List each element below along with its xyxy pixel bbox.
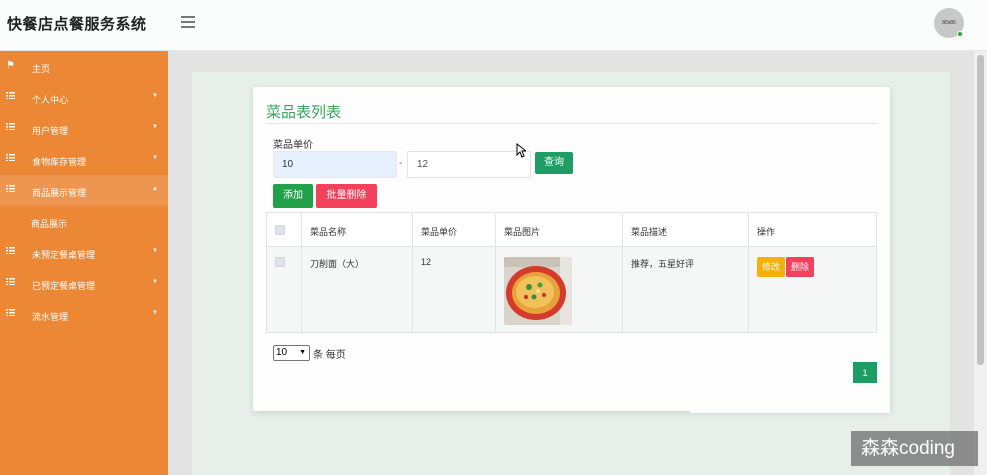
sidebar-item-transactions[interactable]: 流水管理 ▼ bbox=[0, 299, 168, 330]
caret-down-icon: ▼ bbox=[152, 93, 158, 99]
sidebar-subitem-product-display[interactable]: 商品展示 bbox=[0, 206, 168, 237]
list-icon bbox=[6, 247, 15, 257]
caret-down-icon: ▼ bbox=[152, 279, 158, 285]
actions-cell: 修改 删除 bbox=[748, 246, 877, 333]
flag-icon: ⚑ bbox=[6, 60, 15, 71]
dish-image bbox=[504, 257, 572, 325]
list-icon bbox=[6, 278, 15, 288]
select-all-cell bbox=[266, 212, 302, 247]
page-button-current[interactable]: 1 bbox=[853, 362, 877, 384]
mouse-cursor-icon bbox=[516, 143, 526, 158]
caret-down-icon: ▼ bbox=[152, 248, 158, 254]
page-title: 菜品表列表 bbox=[266, 104, 342, 121]
delete-button[interactable]: 删除 bbox=[786, 257, 815, 277]
divider bbox=[266, 123, 877, 124]
edit-button[interactable]: 修改 bbox=[757, 257, 786, 277]
table-row: 刀削面（大） 12 推荐，五星好评 修改 删除 bbox=[266, 246, 877, 333]
page-size-suffix: 条 每页 bbox=[313, 350, 346, 361]
sidebar-item-label: 未预定餐桌管理 bbox=[32, 250, 96, 260]
add-button[interactable]: 添加 bbox=[273, 184, 313, 208]
row-checkbox[interactable] bbox=[275, 257, 285, 267]
caret-down-icon: ▼ bbox=[152, 310, 158, 316]
page-size-value: 10 bbox=[276, 347, 288, 358]
table-header-row: 菜品名称 菜品单价 菜品图片 菜品描述 操作 bbox=[266, 212, 877, 247]
sidebar-item-home[interactable]: ⚑ 主页 bbox=[0, 51, 168, 82]
caret-down-icon: ▼ bbox=[152, 155, 158, 161]
sidebar-item-label: 个人中心 bbox=[32, 95, 69, 105]
sidebar-item-label: 商品展示管理 bbox=[32, 188, 87, 198]
sidebar-item-label: 已预定餐桌管理 bbox=[32, 281, 96, 291]
query-button[interactable]: 查询 bbox=[535, 152, 573, 174]
sidebar: ⚑ 主页 个人中心 ▼ 用户管理 ▼ 食物库存管理 ▼ 商品展示管理 ▲ 商品展… bbox=[0, 51, 168, 475]
scrollbar-thumb[interactable] bbox=[977, 55, 984, 365]
select-all-checkbox[interactable] bbox=[275, 225, 285, 235]
sidebar-item-booked-tables[interactable]: 已预定餐桌管理 ▼ bbox=[0, 268, 168, 299]
batch-delete-button[interactable]: 批量删除 bbox=[316, 184, 377, 208]
sidebar-item-label: 主页 bbox=[32, 64, 51, 74]
sidebar-item-unbooked-tables[interactable]: 未预定餐桌管理 ▼ bbox=[0, 237, 168, 268]
caret-down-icon: ▼ bbox=[152, 124, 158, 130]
column-header[interactable]: 菜品描述 bbox=[622, 212, 749, 247]
list-icon bbox=[6, 185, 15, 195]
sidebar-item-label: 食物库存管理 bbox=[32, 157, 87, 167]
page-size-select[interactable]: 10 ▼ bbox=[273, 345, 310, 361]
column-header[interactable]: 菜品名称 bbox=[301, 212, 413, 247]
sidebar-item-personal-center[interactable]: 个人中心 ▼ bbox=[0, 82, 168, 113]
list-icon bbox=[6, 154, 15, 164]
range-separator: - bbox=[399, 158, 403, 169]
watermark: 森森coding bbox=[851, 431, 978, 466]
row-select-cell bbox=[266, 246, 302, 333]
sidebar-item-food-stock[interactable]: 食物库存管理 ▼ bbox=[0, 144, 168, 175]
dish-list-panel: 菜品表列表 菜品单价 10 - 12 查询 添加 批量删除 菜品名称 菜品单价 … bbox=[253, 87, 890, 411]
list-icon bbox=[6, 92, 15, 102]
sidebar-item-label: 商品展示 bbox=[31, 219, 68, 229]
top-header: 快餐店点餐服务系统 80x80 bbox=[0, 0, 987, 51]
app-title: 快餐店点餐服务系统 bbox=[7, 16, 147, 33]
sidebar-item-label: 流水管理 bbox=[32, 312, 69, 322]
price-max-input[interactable]: 12 bbox=[407, 151, 531, 178]
price-min-input[interactable]: 10 bbox=[273, 151, 397, 178]
chevron-down-icon: ▼ bbox=[299, 349, 306, 356]
hamburger-menu-icon[interactable] bbox=[181, 16, 195, 28]
dish-price-cell: 12 bbox=[412, 246, 496, 333]
list-icon bbox=[6, 309, 15, 319]
online-status-dot bbox=[957, 31, 963, 37]
dish-name-cell: 刀削面（大） bbox=[301, 246, 413, 333]
dish-table: 菜品名称 菜品单价 菜品图片 菜品描述 操作 刀削面（大） 12 推荐，五星好评… bbox=[266, 212, 877, 333]
column-header[interactable]: 菜品单价 bbox=[412, 212, 496, 247]
dish-description-cell: 推荐，五星好评 bbox=[622, 246, 749, 333]
sidebar-item-product-display-management[interactable]: 商品展示管理 ▲ bbox=[0, 175, 168, 206]
price-filter-label: 菜品单价 bbox=[273, 140, 313, 151]
list-icon bbox=[6, 123, 15, 133]
column-header: 操作 bbox=[748, 212, 877, 247]
column-header[interactable]: 菜品图片 bbox=[495, 212, 623, 247]
sidebar-item-label: 用户管理 bbox=[32, 126, 69, 136]
dish-image-cell bbox=[495, 246, 623, 333]
overlay-strip bbox=[690, 383, 890, 413]
sidebar-item-user-management[interactable]: 用户管理 ▼ bbox=[0, 113, 168, 144]
caret-up-icon: ▲ bbox=[152, 186, 158, 192]
